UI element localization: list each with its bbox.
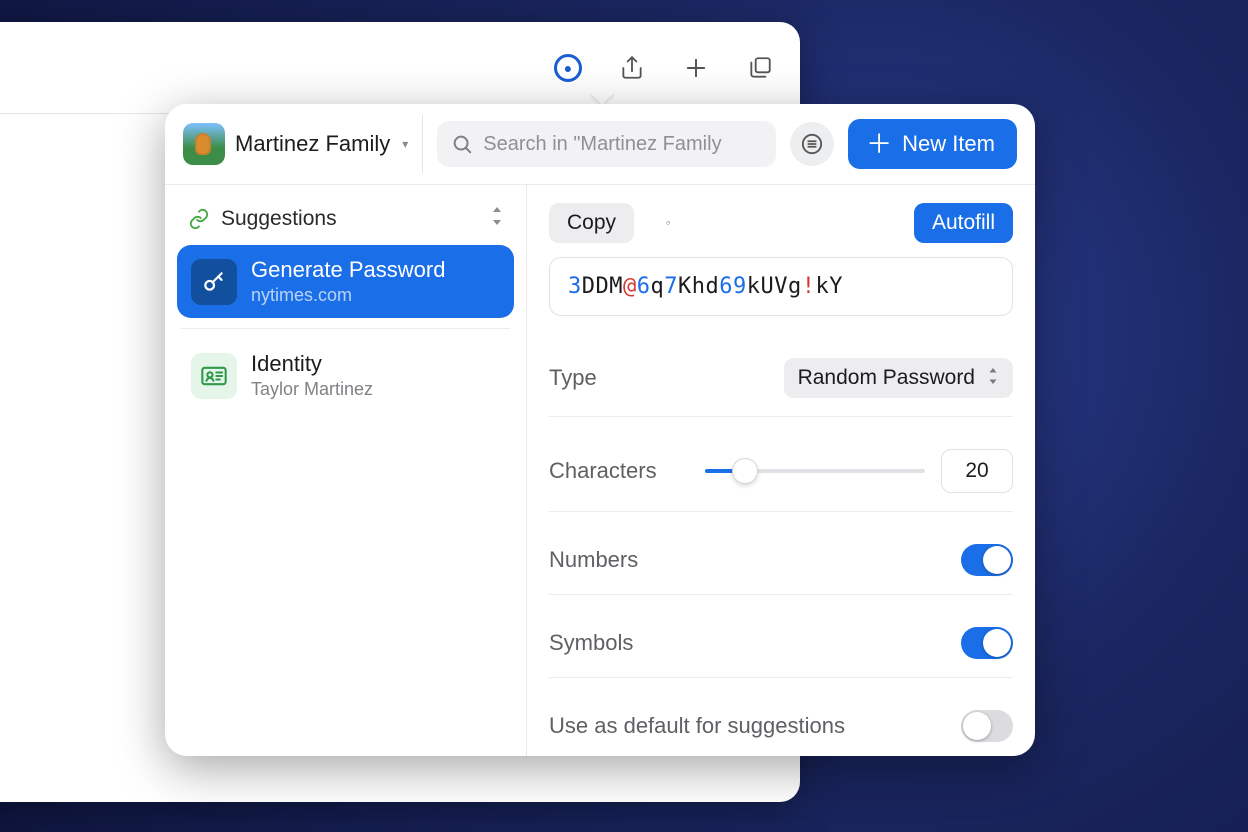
onepassword-extension-icon[interactable]: ● (548, 48, 588, 88)
item-subtitle: nytimes.com (251, 285, 445, 306)
characters-slider[interactable] (705, 468, 925, 474)
copy-label: Copy (567, 211, 616, 235)
vault-caret-icon: ▾ (402, 137, 408, 151)
autofill-label: Autofill (932, 211, 995, 235)
plus-icon: ＋ (866, 131, 892, 157)
default-suggestions-label: Use as default for suggestions (549, 713, 845, 739)
type-value: Random Password (798, 366, 975, 390)
type-label: Type (549, 365, 597, 391)
tab-overview-icon[interactable] (740, 48, 780, 88)
characters-label: Characters (549, 458, 657, 484)
item-title: Identity (251, 351, 373, 377)
popover-header: Martinez Family ▾ ＋ New Item (165, 104, 1035, 184)
suggestions-label: Suggestions (221, 207, 337, 231)
detail-column: Copy Autofill 3DDM@6q7Khd69kUVg!kY Type … (527, 185, 1035, 756)
chevron-updown-icon (987, 366, 999, 390)
refresh-icon (666, 211, 670, 235)
suggestions-column: Suggestions Generate Password nytimes.co… (165, 185, 527, 756)
generated-password[interactable]: 3DDM@6q7Khd69kUVg!kY (549, 257, 1013, 316)
autofill-button[interactable]: Autofill (914, 203, 1013, 243)
default-suggestions-toggle[interactable] (961, 710, 1013, 742)
numbers-row: Numbers (549, 526, 1013, 595)
vault-avatar-icon (183, 123, 225, 165)
slider-thumb[interactable] (732, 458, 758, 484)
vault-name: Martinez Family (235, 131, 390, 157)
copy-button[interactable]: Copy (549, 203, 634, 243)
symbols-toggle[interactable] (961, 627, 1013, 659)
share-icon[interactable] (612, 48, 652, 88)
browser-toolbar: onepassword-extension ● (0, 22, 800, 114)
default-suggestions-row: Use as default for suggestions (549, 692, 1013, 756)
sort-caret-icon (490, 207, 504, 231)
new-item-button[interactable]: ＋ New Item (848, 119, 1017, 169)
new-item-label: New Item (902, 131, 995, 157)
action-row: Copy Autofill (549, 203, 1013, 243)
numbers-label: Numbers (549, 547, 638, 573)
key-icon (191, 259, 237, 305)
onepassword-popover: Martinez Family ▾ ＋ New Item Suggestions (165, 104, 1035, 756)
separator (181, 328, 510, 329)
item-subtitle: Taylor Martinez (251, 379, 373, 400)
symbols-label: Symbols (549, 630, 633, 656)
search-field[interactable] (437, 121, 776, 167)
new-tab-icon[interactable] (676, 48, 716, 88)
vault-selector[interactable]: Martinez Family ▾ (183, 115, 423, 173)
type-select[interactable]: Random Password (784, 358, 1013, 398)
suggestions-header[interactable]: Suggestions (177, 197, 514, 245)
popover-body: Suggestions Generate Password nytimes.co… (165, 184, 1035, 756)
type-row: Type Random Password (549, 340, 1013, 417)
characters-row: Characters 20 (549, 431, 1013, 512)
numbers-toggle[interactable] (961, 544, 1013, 576)
search-input[interactable] (483, 133, 762, 156)
categories-button[interactable] (790, 122, 834, 166)
characters-value[interactable]: 20 (941, 449, 1013, 493)
list-icon (801, 133, 823, 155)
regenerate-button[interactable] (648, 203, 688, 243)
identity-icon (191, 353, 237, 399)
popover-arrow (590, 92, 614, 104)
search-icon (451, 133, 473, 155)
symbols-row: Symbols (549, 609, 1013, 678)
suggestion-generate-password[interactable]: Generate Password nytimes.com (177, 245, 514, 318)
suggestion-identity[interactable]: Identity Taylor Martinez (177, 339, 514, 412)
item-title: Generate Password (251, 257, 445, 283)
suggestions-icon (187, 207, 211, 231)
